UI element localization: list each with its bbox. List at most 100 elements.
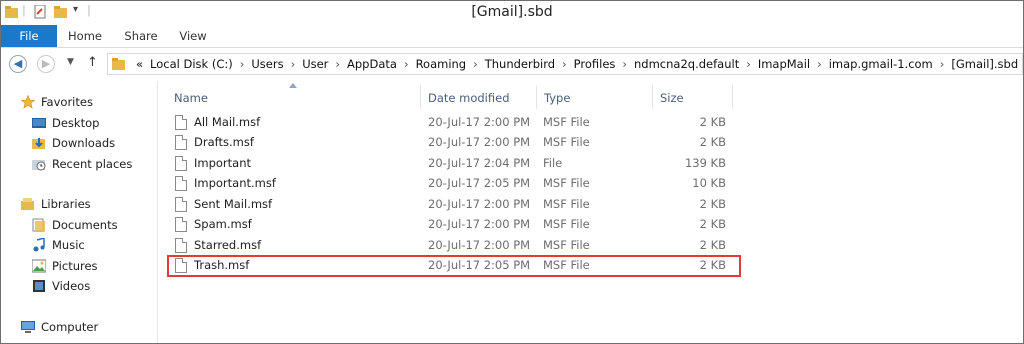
window-title: [Gmail].sbd	[471, 4, 553, 20]
file-size: 2 KB	[699, 135, 726, 149]
column-header-type[interactable]: Type	[544, 88, 570, 108]
breadcrumb-item[interactable]: Local Disk (C:)	[150, 57, 233, 71]
file-list: Name Date modified Type Size All Mail.ms…	[158, 81, 1023, 343]
file-size: 2 KB	[699, 115, 726, 129]
file-size: 2 KB	[699, 238, 726, 252]
breadcrumb-item[interactable]: ImapMail	[758, 57, 810, 71]
breadcrumb-separator[interactable]: ›	[240, 57, 245, 71]
column-divider[interactable]	[536, 85, 537, 109]
tab-share[interactable]: Share	[119, 25, 163, 47]
ribbon-tabs: File Home Share View	[1, 25, 1023, 48]
videos-icon	[33, 280, 45, 292]
file-type: MSF File	[543, 197, 590, 211]
file-name: Spam.msf	[194, 217, 252, 231]
column-divider[interactable]	[732, 85, 733, 109]
title-bar: | ▾ | [Gmail].sbd	[1, 1, 1023, 25]
breadcrumb-item[interactable]: AppData	[347, 57, 397, 71]
file-icon	[175, 238, 187, 253]
column-divider[interactable]	[652, 85, 653, 109]
file-date-modified: 20-Jul-17 2:05 PM	[428, 176, 531, 190]
tab-file[interactable]: File	[1, 25, 57, 47]
file-icon	[175, 197, 187, 212]
breadcrumb-separator[interactable]: ›	[940, 57, 945, 71]
file-type: MSF File	[543, 217, 590, 231]
breadcrumb-item[interactable]: Profiles	[574, 57, 616, 71]
file-icon	[175, 176, 187, 191]
breadcrumb-separator[interactable]: ›	[562, 57, 567, 71]
tab-view[interactable]: View	[173, 25, 213, 47]
file-size: 2 KB	[699, 197, 726, 211]
file-icon	[175, 156, 187, 171]
libraries-icon	[21, 198, 34, 210]
breadcrumb-item[interactable]: User	[302, 57, 328, 71]
navigation-pane: Favorites Desktop Downloads Recent place…	[1, 81, 158, 343]
breadcrumb-overflow[interactable]: «	[136, 57, 143, 71]
music-icon	[33, 238, 45, 252]
file-type: MSF File	[543, 135, 590, 149]
file-size: 2 KB	[699, 217, 726, 231]
file-type: MSF File	[543, 238, 590, 252]
file-date-modified: 20-Jul-17 2:00 PM	[428, 115, 531, 129]
file-row[interactable]: Starred.msf 20-Jul-17 2:00 PM MSF File 2 KB	[170, 236, 745, 256]
file-name: Important	[194, 156, 252, 170]
breadcrumb-separator[interactable]: ›	[291, 57, 296, 71]
breadcrumb-item[interactable]: Roaming	[416, 57, 467, 71]
file-row[interactable]: Sent Mail.msf 20-Jul-17 2:00 PM MSF File 2 …	[170, 195, 745, 215]
breadcrumb-separator[interactable]: ›	[746, 57, 751, 71]
breadcrumb-item[interactable]: Users	[251, 57, 283, 71]
column-header-name[interactable]: Name	[174, 88, 208, 108]
file-type: MSF File	[543, 176, 590, 190]
breadcrumb-separator[interactable]: ›	[335, 57, 340, 71]
breadcrumb-item[interactable]: [Gmail].sbd	[951, 57, 1018, 71]
breadcrumb-separator[interactable]: ›	[404, 57, 409, 71]
file-size: 10 KB	[692, 176, 726, 190]
file-date-modified: 20-Jul-17 2:04 PM	[428, 156, 531, 170]
breadcrumb-item[interactable]: imap.gmail-1.com	[829, 57, 933, 71]
forward-button[interactable]: ▶	[37, 55, 55, 73]
recent-places-icon	[32, 160, 46, 171]
file-size: 139 KB	[684, 156, 726, 170]
breadcrumb: « Local Disk (C:) › Users › User › AppData › Roam…	[136, 57, 1018, 71]
address-bar[interactable]: « Local Disk (C:) › Users › User › AppData › Roam…	[107, 53, 1023, 75]
downloads-icon	[32, 138, 45, 149]
tab-home[interactable]: Home	[63, 25, 107, 47]
pictures-icon	[32, 259, 46, 273]
file-name: All Mail.msf	[194, 115, 261, 129]
breadcrumb-separator[interactable]: ›	[817, 57, 822, 71]
file-date-modified: 20-Jul-17 2:00 PM	[428, 197, 531, 211]
column-header-size[interactable]: Size	[660, 88, 684, 108]
star-icon	[21, 95, 35, 109]
documents-icon	[32, 218, 45, 232]
sort-ascending-icon	[289, 83, 297, 88]
file-type: MSF File	[543, 115, 590, 129]
selected-file-highlight	[167, 255, 741, 277]
breadcrumb-item[interactable]: ndmcna2q.default	[634, 57, 739, 71]
file-row[interactable]: Important 20-Jul-17 2:04 PM File 139 KB	[170, 154, 745, 174]
file-name: Important.msf	[194, 176, 276, 190]
file-name: Starred.msf	[194, 238, 262, 252]
recent-locations-dropdown[interactable]: ▼	[67, 57, 74, 67]
file-row[interactable]: Important.msf 20-Jul-17 2:05 PM MSF File 10…	[170, 174, 745, 194]
file-icon	[175, 217, 187, 232]
file-date-modified: 20-Jul-17 2:00 PM	[428, 217, 531, 231]
file-name: Drafts.msf	[194, 135, 254, 149]
up-arrow-icon[interactable]: ↑	[87, 55, 98, 70]
file-date-modified: 20-Jul-17 2:00 PM	[428, 135, 531, 149]
column-header-date-modified[interactable]: Date modified	[428, 88, 510, 108]
back-button[interactable]: ◀	[9, 55, 27, 73]
file-row[interactable]: Spam.msf 20-Jul-17 2:00 PM MSF File 2 KB	[170, 215, 745, 235]
breadcrumb-separator[interactable]: ›	[622, 57, 627, 71]
breadcrumb-separator[interactable]: ›	[473, 57, 478, 71]
file-date-modified: 20-Jul-17 2:00 PM	[428, 238, 531, 252]
column-divider[interactable]	[420, 85, 421, 109]
file-icon	[175, 135, 187, 150]
file-row[interactable]: Drafts.msf 20-Jul-17 2:00 PM MSF File 2 KB	[170, 133, 745, 153]
file-row[interactable]: All Mail.msf 20-Jul-17 2:00 PM MSF File 2 K…	[170, 113, 745, 133]
breadcrumb-item[interactable]: Thunderbird	[485, 57, 555, 71]
file-name: Sent Mail.msf	[194, 197, 273, 211]
address-row: ◀ ▶ ▼ ↑ « Local Disk (C:) › Users › User › AppD…	[1, 48, 1023, 80]
file-type: File	[543, 156, 563, 170]
computer-icon	[21, 321, 35, 333]
desktop-icon	[32, 118, 46, 128]
file-icon	[175, 115, 187, 130]
